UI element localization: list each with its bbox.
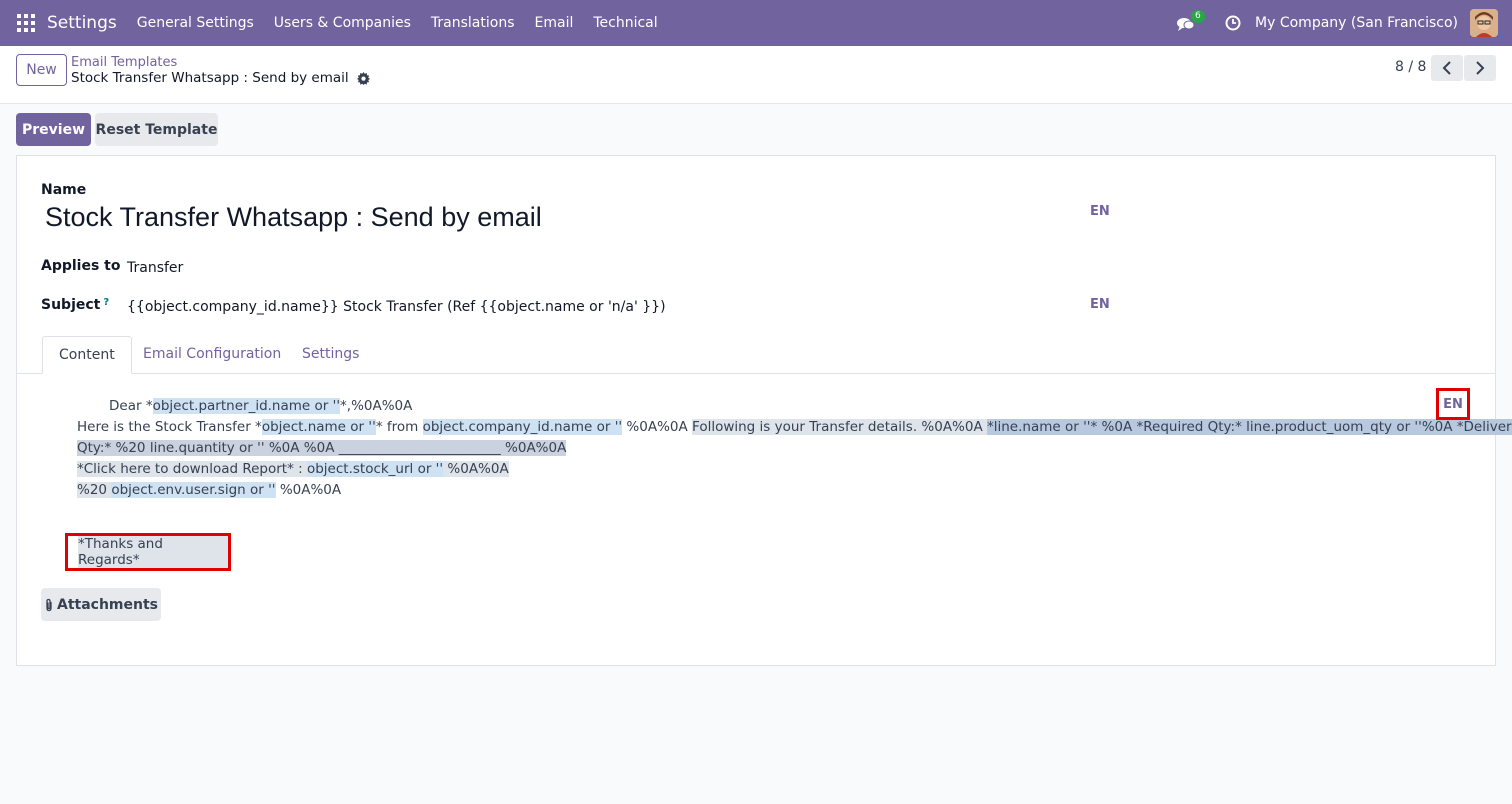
menu-general-settings[interactable]: General Settings [137, 15, 254, 31]
chevron-right-icon [1476, 61, 1485, 75]
body-line: %20 object.env.user.sign or '' %0A%0A [77, 480, 1437, 501]
breadcrumb-parent-link[interactable]: Email Templates [71, 55, 177, 70]
body-html-editor[interactable]: Dear *object.partner_id.name or ''*,%0A%… [77, 396, 1512, 501]
attachments-button[interactable]: Attachments [41, 588, 161, 621]
tab-email-configuration[interactable]: Email Configuration [127, 336, 297, 374]
app-brand[interactable]: Settings [47, 13, 117, 33]
body-line: Here is the Stock Transfer *object.name … [77, 417, 1512, 438]
clock-icon[interactable] [1225, 15, 1241, 31]
menu-users-companies[interactable]: Users & Companies [274, 15, 411, 31]
notebook-tabs: Content Email Configuration Settings [17, 336, 1495, 374]
tab-content[interactable]: Content [42, 336, 132, 374]
control-panel: New Email Templates Stock Transfer Whats… [0, 46, 1512, 104]
pager-next-button[interactable] [1464, 55, 1496, 81]
body-text: *Click here to download Report* : [77, 461, 307, 477]
body-text: %20 [77, 482, 112, 498]
menu-email[interactable]: Email [535, 15, 574, 31]
avatar-icon [1470, 9, 1498, 37]
pager-value[interactable]: 8 / 8 [1395, 59, 1426, 75]
apps-menu-icon[interactable] [17, 14, 35, 32]
menu-translations[interactable]: Translations [431, 15, 515, 31]
body-text: Here is the Stock Transfer * [77, 419, 262, 435]
chevron-left-icon [1442, 61, 1451, 75]
body-text: *,%0A%0A [340, 398, 413, 414]
chat-count-badge: 6 [1191, 10, 1205, 23]
body-text: Dear * [109, 398, 153, 414]
body-line: *Click here to download Report* : object… [77, 459, 1437, 480]
help-tooltip-icon[interactable]: ? [103, 297, 109, 308]
top-navbar: Settings General Settings Users & Compan… [0, 0, 1512, 46]
subject-translate-button[interactable]: EN [1090, 297, 1110, 312]
name-label: Name [41, 182, 87, 198]
thanks-regards-text[interactable]: *Thanks and Regards* [78, 536, 228, 568]
body-text: * from [375, 419, 423, 435]
pager-previous-button[interactable] [1431, 55, 1463, 81]
body-text: Following is your Transfer details. %0A%… [692, 419, 987, 435]
messaging-button[interactable]: 6 [1177, 10, 1205, 34]
body-text: %0A%0A [443, 461, 509, 477]
body-placeholder: object.partner_id.name or '' [152, 398, 341, 414]
subject-field[interactable]: {{object.company_id.name}} Stock Transfe… [127, 299, 666, 315]
body-placeholder: object.stock_url or '' [306, 461, 444, 477]
breadcrumb-current: Stock Transfer Whatsapp : Send by email [71, 70, 370, 86]
menu-technical[interactable]: Technical [593, 15, 657, 31]
gear-icon[interactable] [356, 71, 370, 85]
name-field[interactable]: Stock Transfer Whatsapp : Send by email [45, 202, 542, 233]
paperclip-icon [46, 598, 52, 611]
body-placeholder: Qty:* %20 line.quantity or '' %0A %0A __… [77, 440, 567, 456]
preview-button[interactable]: Preview [16, 113, 91, 146]
attachments-label: Attachments [56, 596, 158, 613]
tab-settings[interactable]: Settings [286, 336, 375, 374]
body-line: Qty:* %20 line.quantity or '' %0A %0A __… [77, 438, 1437, 459]
applies-to-value: Transfer [127, 260, 184, 276]
body-text: %0A%0A [275, 482, 342, 498]
body-placeholder: object.company_id.name or '' [422, 419, 623, 435]
form-sheet: Name Stock Transfer Whatsapp : Send by e… [16, 155, 1512, 666]
subject-label-text: Subject [41, 297, 101, 313]
body-line: Dear *object.partner_id.name or ''*,%0A%… [77, 396, 1437, 417]
thanks-regards-highlight: *Thanks and Regards* [65, 533, 231, 571]
breadcrumb-current-label: Stock Transfer Whatsapp : Send by email [71, 70, 349, 86]
user-avatar[interactable] [1470, 9, 1498, 37]
body-text: %0A%0A [622, 419, 693, 435]
company-switcher[interactable]: My Company (San Francisco) [1255, 15, 1458, 31]
body-translate-button[interactable]: EN [1436, 388, 1470, 420]
name-translate-button[interactable]: EN [1090, 204, 1110, 219]
subject-label: Subject? [41, 297, 109, 313]
applies-to-label: Applies to [41, 258, 121, 274]
reset-template-button[interactable]: Reset Template [95, 113, 218, 146]
body-placeholder: *line.name or ''* %0A *Required Qty:* li… [987, 419, 1512, 435]
body-placeholder: object.name or '' [261, 419, 376, 435]
body-placeholder: object.env.user.sign or '' [111, 482, 276, 498]
new-button[interactable]: New [16, 54, 67, 86]
